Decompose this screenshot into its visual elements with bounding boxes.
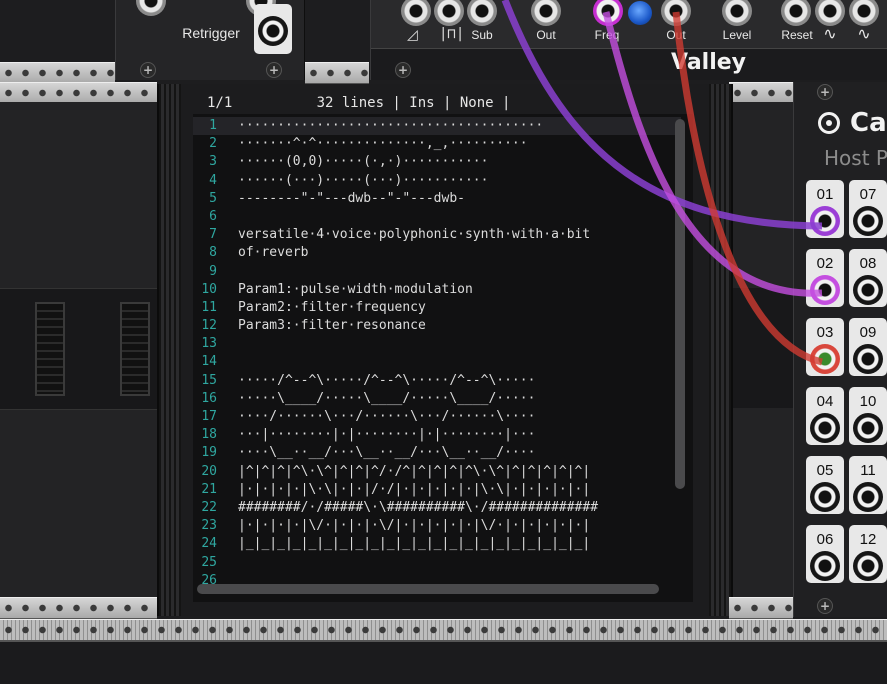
cable-red <box>672 11 823 366</box>
patch-cables <box>501 0 823 366</box>
cable-purple <box>501 0 823 230</box>
cable-magenta <box>602 11 823 297</box>
